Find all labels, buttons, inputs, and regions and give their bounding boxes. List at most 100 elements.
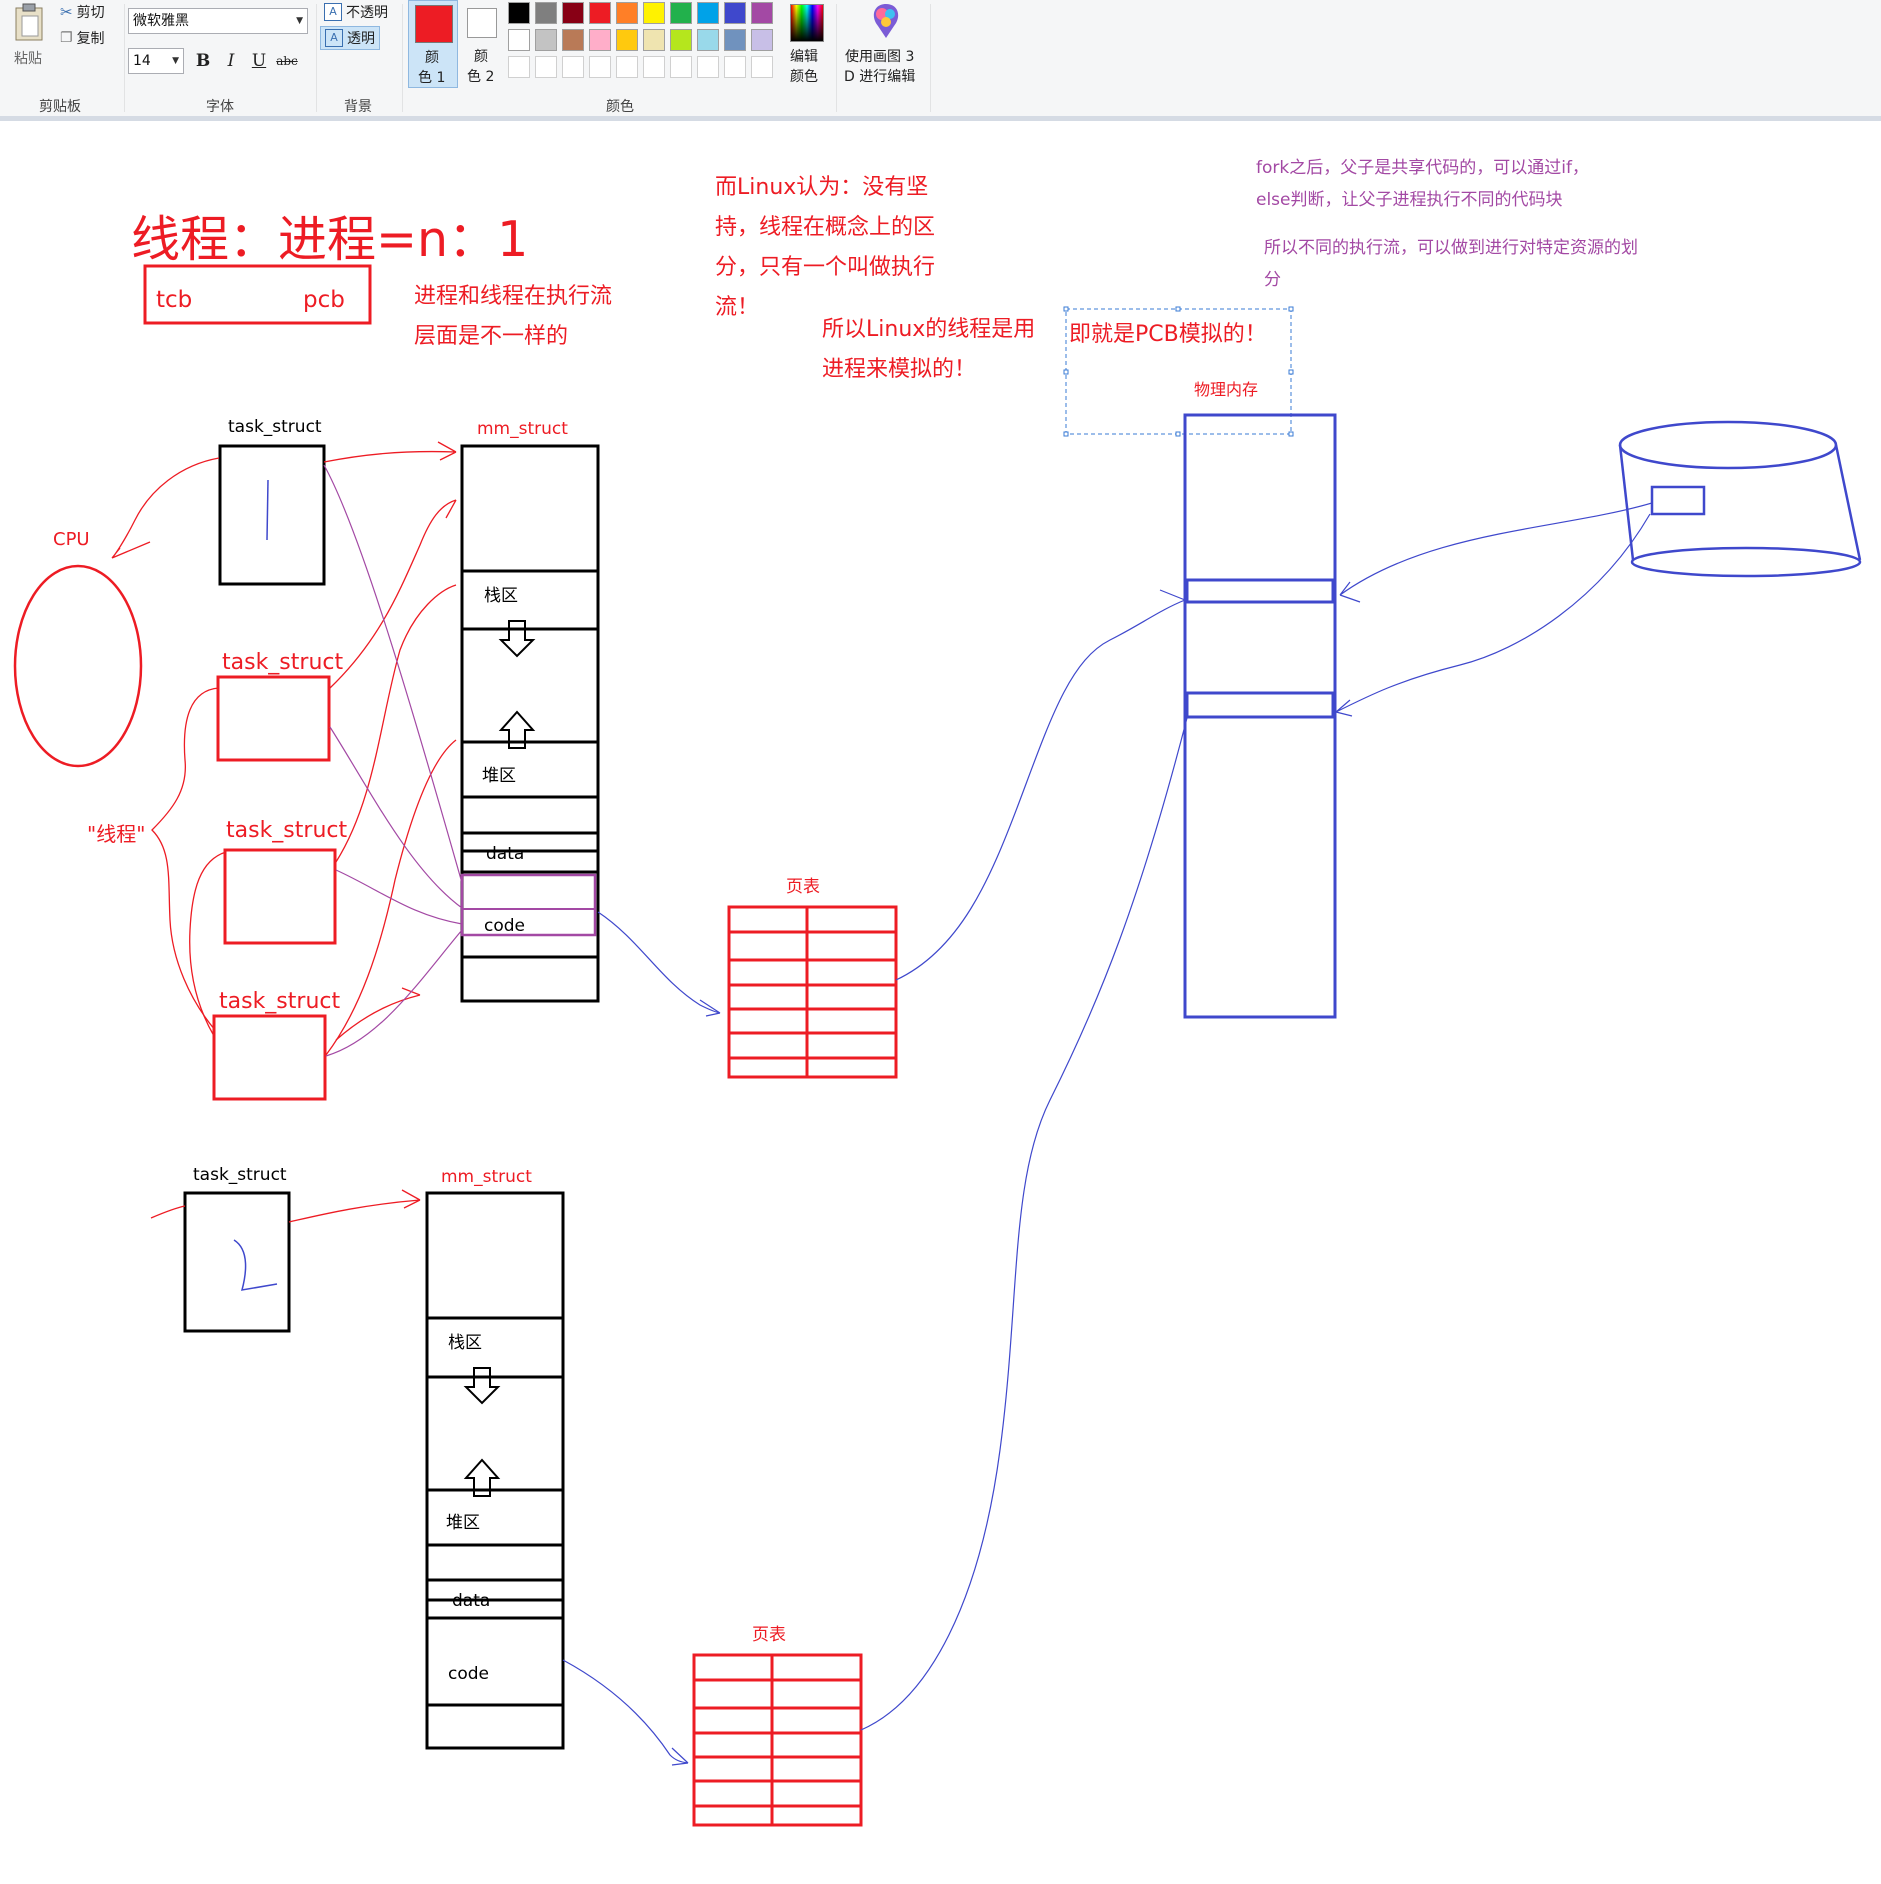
note-linux-line: 分，只有一个叫做执行 <box>715 255 935 280</box>
copy-button[interactable]: ❐ 复制 <box>60 28 105 48</box>
italic-button[interactable]: I <box>218 48 244 74</box>
note-linux-sim: 所以Linux的线程是用 进程来模拟的！ <box>822 317 1042 382</box>
palette-color-swatch[interactable] <box>508 29 530 51</box>
paint3d-icon <box>873 4 899 38</box>
paste-label: 粘贴 <box>14 51 42 67</box>
palette-color-swatch[interactable] <box>697 56 719 78</box>
palette-color-swatch[interactable] <box>562 56 584 78</box>
note-exec-flow-line: 层面是不一样的 <box>414 324 568 349</box>
palette-color-swatch[interactable] <box>589 29 611 51</box>
palette-color-swatch[interactable] <box>724 2 746 24</box>
color2-swatch <box>467 8 497 38</box>
note-flow-line: 所以不同的执行流，可以做到进行对特定资源的划 <box>1264 238 1638 258</box>
code-highlight <box>460 873 597 937</box>
palette-color-swatch[interactable] <box>616 56 638 78</box>
separator <box>930 4 931 112</box>
palette-color-swatch[interactable] <box>670 56 692 78</box>
paint3d-button[interactable]: 使用画图 3 D 进行编辑 <box>840 0 932 88</box>
palette-color-swatch[interactable] <box>697 2 719 24</box>
color2-button[interactable]: 颜 色 2 <box>460 0 504 88</box>
palette-color-swatch[interactable] <box>508 2 530 24</box>
palette-color-swatch[interactable] <box>616 2 638 24</box>
palette-color-swatch[interactable] <box>724 29 746 51</box>
transparent-button[interactable]: A 透明 <box>320 26 380 50</box>
page-table-grid <box>727 905 898 1079</box>
cpu-link-curve <box>111 457 220 559</box>
drawing: 线程：进程=n：1 tcb pcb 进程和线程在执行流 层面是不一样的 而Lin… <box>13 158 1862 1827</box>
page-table-grid <box>692 1653 863 1827</box>
palette-color-swatch[interactable] <box>751 29 773 51</box>
color1-label-2: 色 1 <box>418 70 446 86</box>
palette-color-swatch[interactable] <box>751 56 773 78</box>
palette-color-swatch[interactable] <box>562 2 584 24</box>
drawing-canvas[interactable]: 线程：进程=n：1 tcb pcb 进程和线程在执行流 层面是不一样的 而Lin… <box>5 124 1881 1884</box>
palette-color-swatch[interactable] <box>724 56 746 78</box>
opaque-button[interactable]: A 不透明 <box>324 2 388 22</box>
palette-color-swatch[interactable] <box>589 56 611 78</box>
transparent-label: 透明 <box>347 31 375 47</box>
palette-color-swatch[interactable] <box>697 29 719 51</box>
stack-area-label: 栈区 <box>448 1333 482 1353</box>
note-linux: 而Linux认为：没有坚 持，线程在概念上的区 分，只有一个叫做执行 流！ <box>715 175 942 320</box>
note-linux-line: 持，线程在概念上的区 <box>715 215 935 240</box>
task-struct-box <box>212 1014 327 1101</box>
palette-color-swatch[interactable] <box>751 2 773 24</box>
color1-label: 颜 <box>425 50 439 66</box>
font-size-value: 14 <box>133 53 151 69</box>
mm-struct-column <box>460 444 600 1003</box>
palette-color-swatch[interactable] <box>508 56 530 78</box>
colors-group-label: 颜色 <box>606 99 634 115</box>
palette-color-swatch[interactable] <box>535 29 557 51</box>
edit-colors-label: 编辑 <box>790 49 818 65</box>
separator <box>316 4 317 112</box>
color2-label: 颜 <box>474 49 488 65</box>
paste-button[interactable]: 粘贴 <box>8 2 52 67</box>
stack-down-arrow <box>463 1367 501 1405</box>
task-to-code-links <box>323 464 463 1057</box>
copy-label: 复制 <box>76 31 105 47</box>
palette-color-swatch[interactable] <box>616 29 638 51</box>
transparent-icon: A <box>325 29 343 47</box>
tcb-label: tcb <box>156 287 192 313</box>
paint3d-label-2: D 进行编辑 <box>844 69 916 85</box>
cut-button[interactable]: ✂ 剪切 <box>60 2 105 22</box>
palette-color-swatch[interactable] <box>643 29 665 51</box>
heap-area-label: 堆区 <box>446 1513 480 1533</box>
underline-button[interactable]: U <box>246 48 272 74</box>
mm-struct-label: mm_struct <box>441 1167 532 1187</box>
font-size-select[interactable]: 14 ▼ <box>128 48 184 74</box>
task-struct-label: task_struct <box>193 1165 287 1185</box>
palette-color-swatch[interactable] <box>535 56 557 78</box>
code-area-label: code <box>484 916 525 936</box>
bold-button[interactable]: B <box>190 48 216 74</box>
palette-color-swatch[interactable] <box>589 2 611 24</box>
note-linux-sim-line: 所以Linux的线程是用 <box>822 317 1035 342</box>
heap-area-label: 堆区 <box>482 766 516 786</box>
color2-label-2: 色 2 <box>467 69 495 85</box>
palette-color-swatch[interactable] <box>643 56 665 78</box>
strikethrough-button[interactable]: abc <box>274 48 300 74</box>
task-struct-label: task_struct <box>228 417 322 437</box>
edit-colors-button[interactable]: 编辑 颜色 <box>782 0 830 88</box>
font-family-select[interactable]: 微软雅黑 ▼ <box>128 8 308 34</box>
edit-colors-label-2: 颜色 <box>790 69 818 85</box>
scissors-icon: ✂ <box>60 3 73 21</box>
code-area-label: code <box>448 1664 489 1684</box>
paste-icon <box>15 3 43 41</box>
color-palette <box>508 2 784 82</box>
execution-mark <box>233 1239 278 1291</box>
note-flow: 所以不同的执行流，可以做到进行对特定资源的划 分 <box>1264 238 1643 290</box>
palette-color-swatch[interactable] <box>670 2 692 24</box>
cpu-ellipse <box>13 564 143 768</box>
palette-color-swatch[interactable] <box>562 29 584 51</box>
stack-area-label: 栈区 <box>484 586 518 606</box>
palette-color-swatch[interactable] <box>670 29 692 51</box>
separator <box>402 4 403 112</box>
background-group-label: 背景 <box>344 99 372 115</box>
color1-button[interactable]: 颜 色 1 <box>408 0 458 88</box>
memory-links <box>562 717 1188 1766</box>
note-linux-sim-line: 进程来模拟的！ <box>822 357 976 382</box>
palette-color-swatch[interactable] <box>643 2 665 24</box>
palette-color-swatch[interactable] <box>535 2 557 24</box>
task-struct-label: task_struct <box>226 818 347 843</box>
